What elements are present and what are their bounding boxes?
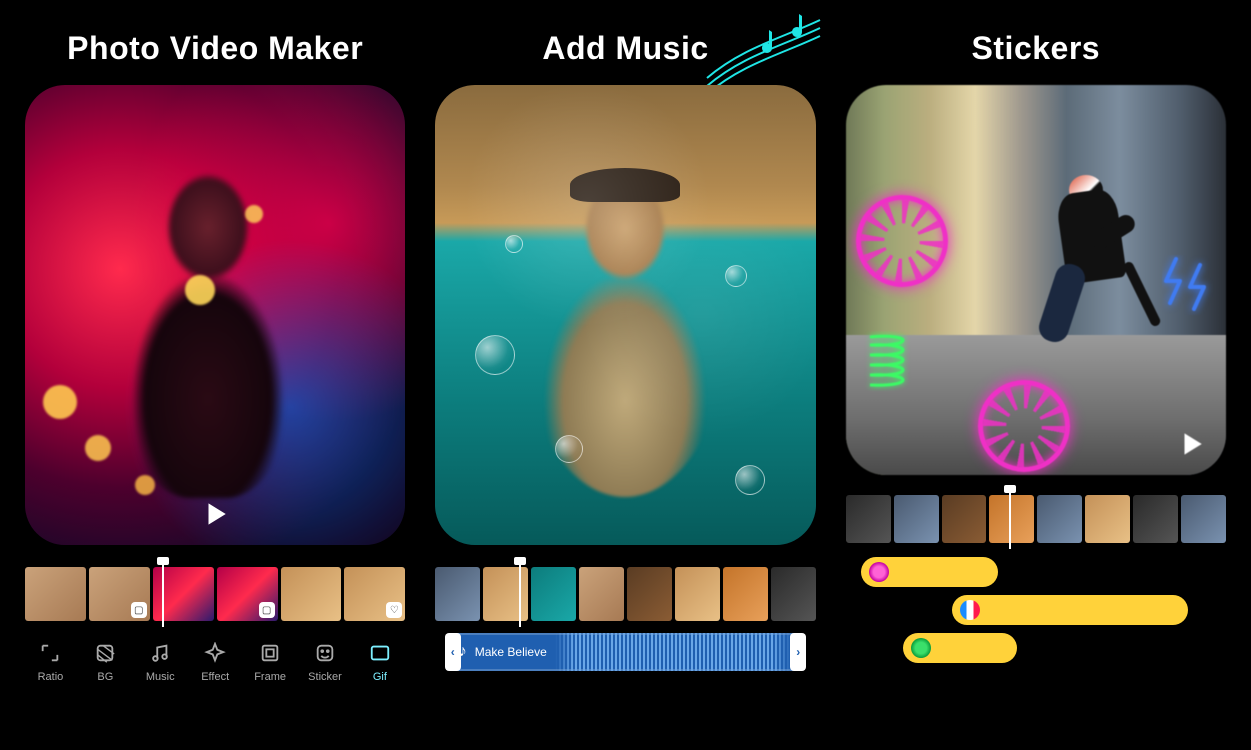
timeline-thumb[interactable] [723,567,768,621]
preview-stickers[interactable] [846,85,1226,475]
portrait-silhouette [118,168,298,498]
tool-label: Frame [254,671,286,683]
sticker-chip-icon [869,562,889,582]
timeline-thumb[interactable] [435,567,480,621]
timeline-thumb[interactable] [579,567,624,621]
neon-spring-sticker[interactable] [864,331,922,391]
editor-toolbar: Ratio BG Music Effect Frame Sticker [25,641,405,683]
play-icon [202,501,228,527]
bubble-overlay [475,335,515,375]
portrait-silhouette [525,177,725,497]
tool-music[interactable]: Music [135,641,186,683]
tool-effect[interactable]: Effect [190,641,241,683]
effect-icon [203,641,227,665]
timeline-thumb[interactable] [942,495,987,543]
preview-photo-video[interactable] [25,85,405,545]
ratio-icon [38,641,62,665]
play-button[interactable] [1174,427,1208,461]
thumb-tag-square-icon: ▢ [259,602,275,618]
sticker-chip-icon [911,638,931,658]
frame-icon [258,641,282,665]
timeline-thumb[interactable]: ▢ [217,567,278,621]
tool-frame[interactable]: Frame [245,641,296,683]
sticker-icon [313,641,337,665]
bokeh-dot [185,275,215,305]
rider-figure [1021,171,1161,371]
timeline-playhead[interactable] [162,561,164,627]
bokeh-dot [135,475,155,495]
tool-label: Gif [373,671,387,683]
music-waveform [555,633,792,671]
gif-icon [368,641,392,665]
tool-label: Sticker [308,671,342,683]
sticker-chip[interactable] [903,633,1017,663]
timeline-playhead[interactable] [519,561,521,627]
tool-bg[interactable]: BG [80,641,131,683]
sticker-lanes [846,557,1226,663]
timeline-strip[interactable] [435,567,815,621]
thumb-tag-square-icon: ▢ [131,602,147,618]
tool-label: Music [146,671,175,683]
timeline-playhead[interactable] [1009,489,1011,549]
sticker-chip-icon [960,600,980,620]
sticker-lane [846,595,1226,625]
timeline-thumb[interactable] [771,567,816,621]
music-trim-handle-left[interactable]: ‹ [445,633,461,671]
timeline-thumb[interactable] [531,567,576,621]
panel-title: Add Music [542,30,708,67]
timeline-thumb[interactable] [989,495,1034,543]
music-icon [148,641,172,665]
tool-sticker[interactable]: Sticker [300,641,351,683]
play-button[interactable] [198,497,232,531]
tool-label: Effect [201,671,229,683]
timeline-thumb[interactable] [281,567,342,621]
timeline-thumb[interactable]: ♡ [344,567,405,621]
timeline-thumb[interactable] [627,567,672,621]
bubble-overlay [505,235,523,253]
timeline-thumb[interactable] [483,567,528,621]
tool-label: Ratio [38,671,64,683]
timeline-thumb[interactable] [1085,495,1130,543]
bubble-overlay [725,265,747,287]
bg-icon [93,641,117,665]
neon-wheel-sticker[interactable] [978,380,1070,472]
panel-title: Photo Video Maker [67,30,363,67]
timeline-thumb[interactable] [894,495,939,543]
timeline-thumb[interactable] [1133,495,1178,543]
timeline-thumb[interactable]: ▢ [89,567,150,621]
music-track-name: Make Believe [475,645,547,659]
timeline-thumb[interactable] [1037,495,1082,543]
music-track[interactable]: ‹ ♪ Make Believe › [447,633,805,671]
bokeh-dot [245,205,263,223]
timeline-strip[interactable] [846,495,1226,543]
hat-shape [570,168,680,202]
sticker-chip[interactable] [952,595,1188,625]
play-icon [1178,431,1204,457]
sticker-lane [846,557,1226,587]
bubble-overlay [555,435,583,463]
panel-photo-video-maker: Photo Video Maker ▢ ▢ ♡ Ratio [25,30,405,720]
preview-add-music[interactable] [435,85,815,545]
panel-stickers: Stickers [846,30,1226,720]
sticker-chip[interactable] [861,557,998,587]
panel-add-music: Add Music ‹ ♪ Make [435,30,815,720]
tool-label: BG [97,671,113,683]
timeline-thumb[interactable] [25,567,86,621]
timeline-thumb[interactable] [1181,495,1226,543]
tool-gif[interactable]: Gif [354,641,405,683]
bokeh-dot [43,385,77,419]
thumb-tag-heart-icon: ♡ [386,602,402,618]
bokeh-dot [85,435,111,461]
tool-ratio[interactable]: Ratio [25,641,76,683]
sticker-lane [846,633,1226,663]
timeline-strip[interactable]: ▢ ▢ ♡ [25,567,405,621]
neon-wheel-sticker[interactable] [856,195,948,287]
music-trim-handle-right[interactable]: › [790,633,806,671]
neon-lightning-sticker[interactable] [1162,255,1214,315]
panel-title: Stickers [972,30,1101,67]
timeline-thumb[interactable] [846,495,891,543]
timeline-thumb[interactable] [675,567,720,621]
bubble-overlay [735,465,765,495]
